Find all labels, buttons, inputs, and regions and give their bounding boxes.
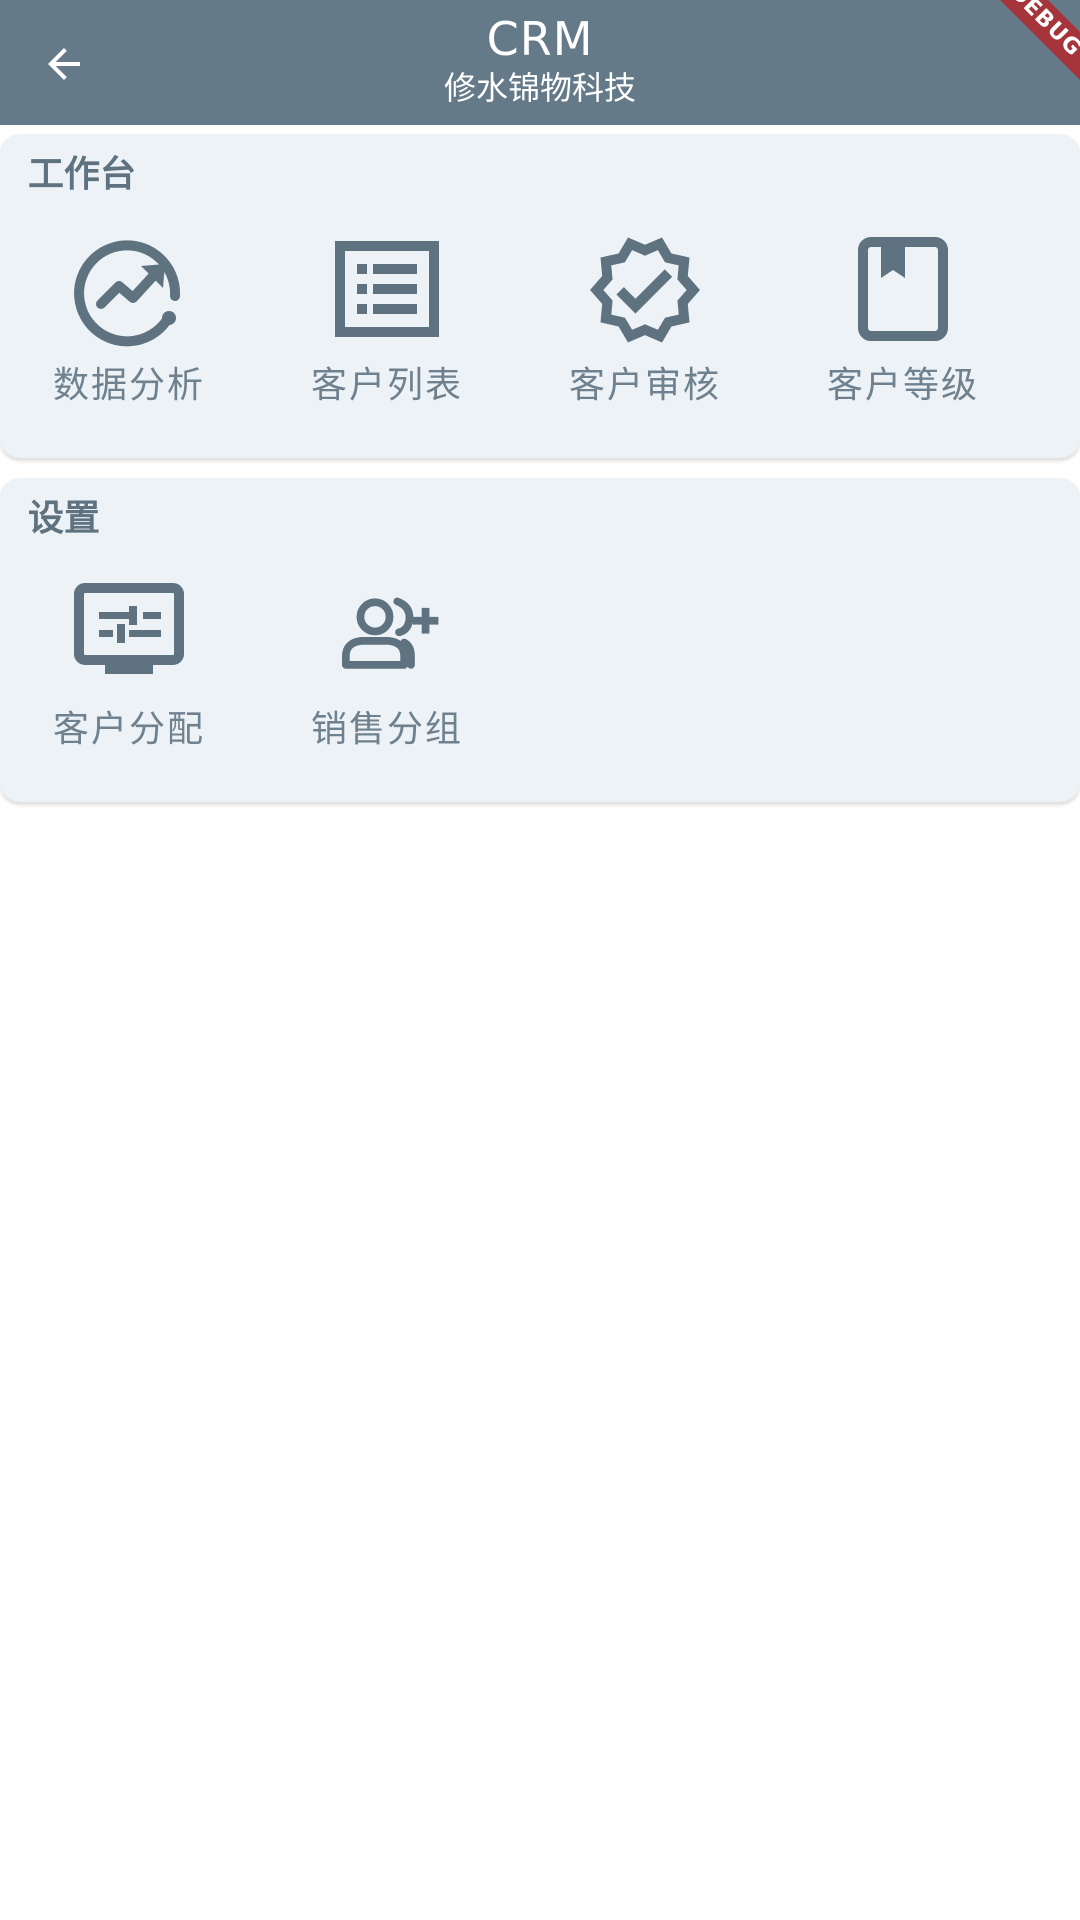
- grid-label: 客户等级: [826, 365, 979, 406]
- settings-card: 设置 客户分配 销售分组: [0, 478, 1080, 802]
- grid-label: 客户审核: [568, 365, 721, 406]
- settings-display-icon: [69, 574, 189, 694]
- app-subtitle: 修水锦物科技: [443, 69, 636, 107]
- grid-item-customer-level[interactable]: 客户等级: [774, 230, 1032, 430]
- verified-badge-icon: [585, 230, 705, 350]
- grid-item-data-analysis[interactable]: 数据分析: [0, 230, 258, 430]
- section-title-workbench: 工作台: [28, 154, 137, 195]
- grid-item-sales-group[interactable]: 销售分组: [258, 574, 516, 774]
- grid-item-customer-assignment[interactable]: 客户分配: [0, 574, 258, 774]
- grid-item-customer-list[interactable]: 客户列表: [258, 230, 516, 430]
- title-block: CRM 修水锦物科技: [0, 10, 1080, 108]
- section-title-settings: 设置: [28, 498, 101, 539]
- settings-grid: 客户分配 销售分组: [0, 574, 1035, 774]
- workbench-grid: 数据分析 客户列表 客户审核 客户等级: [0, 230, 1035, 430]
- analytics-icon: [69, 230, 189, 350]
- bookmark-book-icon: [843, 230, 963, 350]
- grid-label: 销售分组: [310, 709, 463, 750]
- list-icon: [327, 230, 447, 350]
- grid-label: 客户分配: [52, 709, 205, 750]
- app-bar: CRM 修水锦物科技 DEBUG: [0, 0, 1080, 125]
- grid-item-customer-review[interactable]: 客户审核: [516, 230, 774, 430]
- group-add-icon: [327, 574, 447, 694]
- workbench-card: 工作台 数据分析 客户列表 客户审核 客户等级: [0, 134, 1080, 458]
- grid-label: 客户列表: [310, 365, 463, 406]
- grid-label: 数据分析: [52, 365, 205, 406]
- app-title: CRM: [486, 12, 594, 66]
